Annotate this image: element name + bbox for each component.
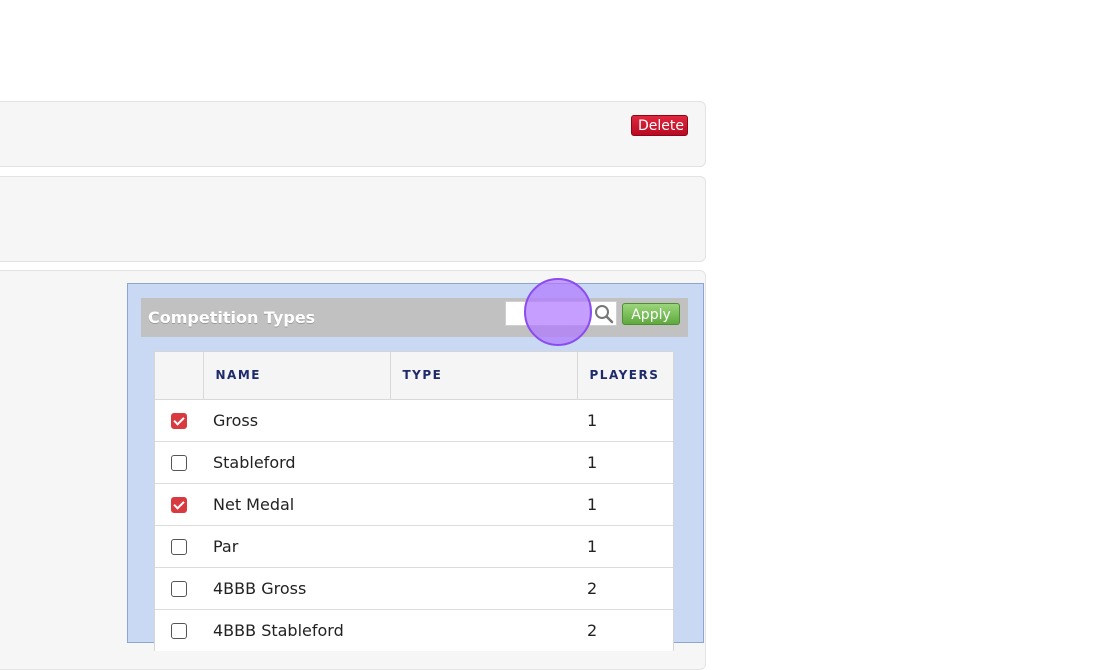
search-icon[interactable] — [589, 301, 617, 326]
row-name: Net Medal — [203, 483, 390, 526]
column-header-select — [155, 352, 204, 400]
row-select-cell — [155, 441, 203, 484]
checkbox-unchecked-icon[interactable] — [171, 581, 187, 597]
dialog-header: Competition Types Apply — [141, 298, 688, 337]
column-header-players[interactable]: PLAYERS — [577, 352, 673, 400]
row-type — [390, 399, 577, 442]
row-type — [390, 525, 577, 568]
table-row[interactable]: 4BBB Stableford 2 — [155, 609, 673, 651]
dialog-title: Competition Types — [148, 308, 316, 327]
row-players: 1 — [577, 525, 673, 568]
apply-button[interactable]: Apply — [622, 303, 680, 325]
delete-button[interactable]: Delete — [631, 115, 688, 136]
row-name: 4BBB Gross — [203, 567, 390, 610]
row-players: 2 — [577, 567, 673, 610]
row-select-cell — [155, 567, 203, 610]
search-input[interactable] — [505, 301, 591, 326]
row-select-cell — [155, 609, 203, 651]
table-row[interactable]: Par 1 — [155, 525, 673, 568]
checkbox-unchecked-icon[interactable] — [171, 623, 187, 639]
row-select-cell — [155, 525, 203, 568]
row-name: 4BBB Stableford — [203, 609, 390, 651]
row-select-cell — [155, 483, 203, 526]
row-name: Par — [203, 525, 390, 568]
row-select-cell — [155, 399, 203, 442]
competition-types-table: NAME TYPE PLAYERS Gross 1 Stableford 1 N… — [154, 351, 674, 651]
checkbox-checked-icon[interactable] — [171, 413, 187, 429]
row-players: 1 — [577, 483, 673, 526]
checkbox-unchecked-icon[interactable] — [171, 539, 187, 555]
row-type — [390, 483, 577, 526]
row-players: 1 — [577, 399, 673, 442]
table-row[interactable]: Net Medal 1 — [155, 483, 673, 526]
column-header-name[interactable]: NAME — [203, 352, 391, 400]
table-row[interactable]: Stableford 1 — [155, 441, 673, 484]
row-type — [390, 441, 577, 484]
row-name: Gross — [203, 399, 390, 442]
column-header-type[interactable]: TYPE — [390, 352, 578, 400]
row-players: 2 — [577, 609, 673, 651]
row-name: Stableford — [203, 441, 390, 484]
content-panel-1 — [0, 101, 706, 167]
table-row[interactable]: Gross 1 — [155, 399, 673, 442]
table-header-row: NAME TYPE PLAYERS — [155, 352, 673, 400]
content-panel-2 — [0, 176, 706, 262]
table-row[interactable]: 4BBB Gross 2 — [155, 567, 673, 610]
row-type — [390, 609, 577, 651]
checkbox-unchecked-icon[interactable] — [171, 455, 187, 471]
row-type — [390, 567, 577, 610]
checkbox-checked-icon[interactable] — [171, 497, 187, 513]
competition-types-dialog: Competition Types Apply NAME TYPE PLAYER… — [127, 283, 704, 651]
row-players: 1 — [577, 441, 673, 484]
